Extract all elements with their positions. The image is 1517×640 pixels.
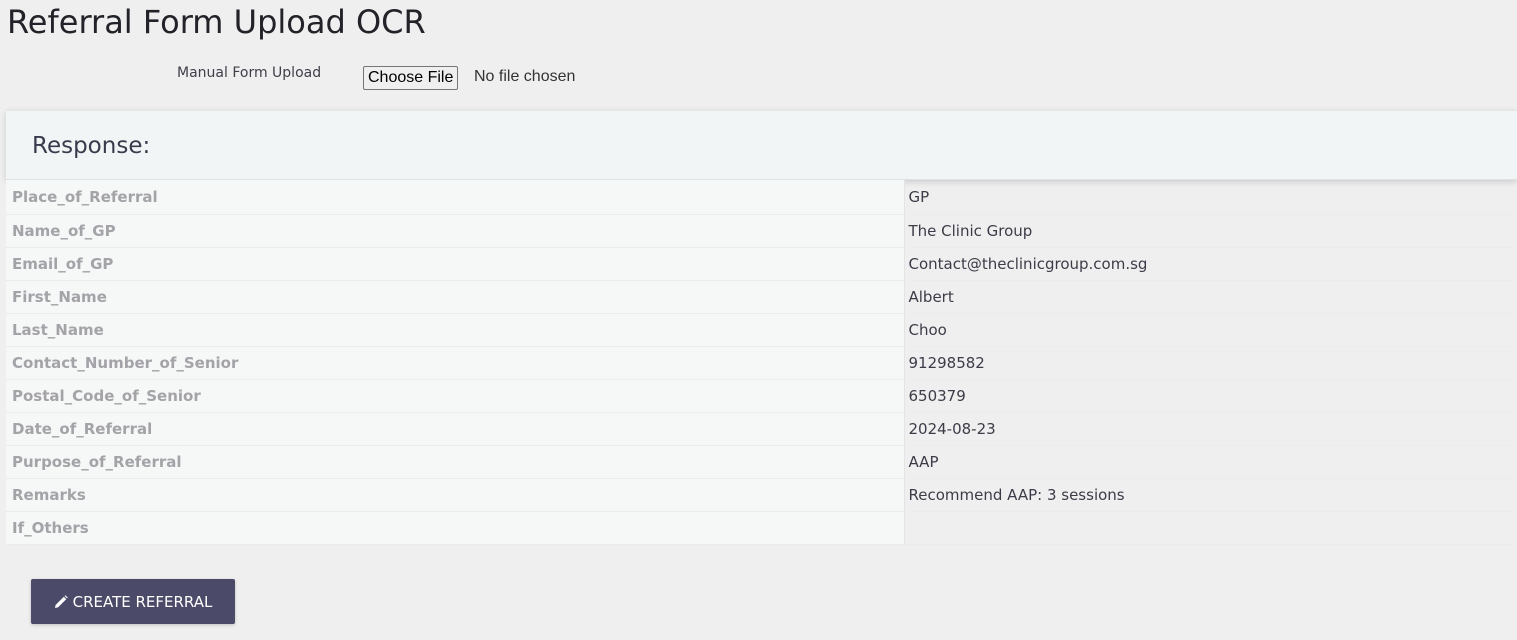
field-value: Contact@theclinicgroup.com.sg	[904, 247, 1517, 281]
field-value	[904, 511, 1517, 545]
field-value: GP	[904, 180, 1517, 215]
create-referral-button[interactable]: CREATE REFERRAL	[31, 579, 235, 624]
field-key: Purpose_of_Referral	[6, 445, 905, 479]
response-table: Place_of_Referral GP Name_of_GP The Clin…	[6, 180, 1517, 545]
table-row: Name_of_GP The Clinic Group	[6, 214, 1517, 248]
file-status-text: No file chosen	[474, 68, 576, 85]
table-row: Place_of_Referral GP	[6, 180, 1517, 215]
table-row: If_Others	[6, 511, 1517, 545]
field-key: Date_of_Referral	[6, 412, 905, 446]
table-row: Last_Name Choo	[6, 313, 1517, 347]
field-value: Albert	[904, 280, 1517, 314]
table-row: Email_of_GP Contact@theclinicgroup.com.s…	[6, 247, 1517, 281]
table-row: Date_of_Referral 2024-08-23	[6, 412, 1517, 446]
table-row: Postal_Code_of_Senior 650379	[6, 379, 1517, 413]
table-row: First_Name Albert	[6, 280, 1517, 314]
page: Referral Form Upload OCR Manual Form Upl…	[0, 0, 1517, 640]
upload-label: Manual Form Upload	[177, 65, 322, 81]
upload-row: Manual Form Upload Choose File No file c…	[0, 62, 1517, 94]
table-row: Remarks Recommend AAP: 3 sessions	[6, 478, 1517, 512]
table-row: Purpose_of_Referral AAP	[6, 445, 1517, 479]
field-value: AAP	[904, 445, 1517, 479]
field-key: Place_of_Referral	[6, 180, 905, 215]
table-row: Contact_Number_of_Senior 91298582	[6, 346, 1517, 380]
page-title: Referral Form Upload OCR	[7, 3, 426, 41]
field-value: 91298582	[904, 346, 1517, 380]
pencil-icon	[54, 594, 68, 608]
choose-file-button[interactable]: Choose File	[363, 66, 459, 90]
field-key: Name_of_GP	[6, 214, 905, 248]
field-value: 650379	[904, 379, 1517, 413]
field-value: The Clinic Group	[904, 214, 1517, 248]
field-value: Recommend AAP: 3 sessions	[904, 478, 1517, 512]
field-key: If_Others	[6, 511, 905, 545]
field-key: Email_of_GP	[6, 247, 905, 281]
field-key: Postal_Code_of_Senior	[6, 379, 905, 413]
field-key: Contact_Number_of_Senior	[6, 346, 905, 380]
create-referral-label: CREATE REFERRAL	[72, 592, 213, 611]
field-key: First_Name	[6, 280, 905, 314]
field-value: Choo	[904, 313, 1517, 347]
field-key: Last_Name	[6, 313, 905, 347]
field-value: 2024-08-23	[904, 412, 1517, 446]
response-card: Response:	[6, 110, 1517, 180]
response-heading: Response:	[32, 133, 151, 159]
field-key: Remarks	[6, 478, 905, 512]
